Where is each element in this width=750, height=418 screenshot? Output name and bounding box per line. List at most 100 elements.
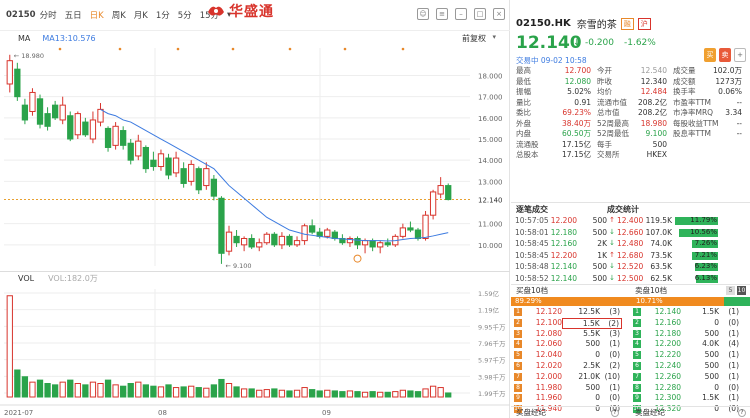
candle[interactable] [97, 103, 104, 127]
tab-monthly-k[interactable]: 月K [134, 9, 148, 21]
volume-bar[interactable] [6, 295, 13, 398]
depth-5-button[interactable]: 5 [726, 286, 735, 295]
event-marker[interactable] [231, 47, 235, 51]
ask-level[interactable]: 8 12.280 0 (0) [630, 383, 749, 394]
candle[interactable] [165, 153, 172, 180]
volume-bar[interactable] [127, 383, 134, 398]
candle[interactable] [210, 174, 218, 201]
candle[interactable] [377, 240, 384, 254]
bid-level[interactable]: 7 12.000 21.0K (10) [511, 372, 630, 383]
volume-bar[interactable] [29, 381, 36, 398]
help-icon[interactable]: ? [738, 409, 746, 417]
candle[interactable] [44, 107, 51, 131]
volume-bar[interactable] [157, 386, 165, 398]
bid-level[interactable]: 6 12.020 2.5K (2) [511, 361, 630, 372]
candle[interactable] [278, 232, 286, 250]
ma-label[interactable]: MA [18, 34, 30, 43]
tab-five-day[interactable]: 五日 [65, 9, 82, 21]
ask-level[interactable]: 1 12.140 1.5K (1) [630, 307, 749, 318]
tab-5min[interactable]: 5分 [178, 9, 192, 21]
volume-bar[interactable] [437, 387, 444, 398]
maximize-icon[interactable]: □ [474, 8, 486, 20]
volume-bar[interactable] [135, 381, 142, 398]
volume-bar[interactable] [316, 390, 323, 398]
tab-weekly-k[interactable]: 周K [112, 9, 126, 21]
candle[interactable] [127, 139, 134, 165]
volume-chart[interactable]: 1.59亿 1.19亿 9.95千万 7.96千万 5.97千万 3.98千万 1.99千万… [0, 285, 510, 418]
volume-bar[interactable] [377, 391, 384, 398]
volume-bar[interactable] [271, 388, 278, 398]
volume-bar[interactable] [51, 384, 59, 398]
volume-bar[interactable] [165, 384, 172, 398]
vol-label[interactable]: VOL [18, 274, 34, 283]
event-marker[interactable] [343, 47, 347, 51]
volume-bar[interactable] [293, 389, 301, 398]
candle[interactable] [195, 166, 202, 195]
candle[interactable] [414, 227, 422, 241]
volume-bar[interactable] [331, 390, 338, 398]
bid-level[interactable]: 2 12.100 1.5K (2) [511, 317, 630, 329]
candle[interactable] [142, 145, 149, 173]
volume-bar[interactable] [120, 385, 127, 398]
volume-bar[interactable] [150, 385, 157, 398]
candle[interactable] [248, 234, 255, 250]
bid-level[interactable]: 1 12.120 12.5K (3) [511, 307, 630, 318]
tab-1min[interactable]: 1分 [156, 9, 170, 21]
candle[interactable] [384, 238, 391, 247]
ask-level[interactable]: 4 12.200 4.0K (4) [630, 339, 749, 350]
help-icon[interactable]: ? [611, 409, 619, 417]
close-icon[interactable]: × [493, 8, 505, 20]
volume-bar[interactable] [361, 391, 369, 398]
candle[interactable] [36, 94, 44, 129]
volume-bar[interactable] [414, 391, 422, 398]
user-icon[interactable]: ☺ [417, 8, 429, 20]
volume-bar[interactable] [233, 386, 240, 398]
ask-level[interactable]: 2 12.160 0 (0) [630, 318, 749, 329]
candle[interactable] [354, 236, 361, 250]
event-marker[interactable] [58, 47, 62, 51]
menu-icon[interactable]: ≡ [436, 8, 448, 20]
candle[interactable] [67, 111, 74, 142]
volume-bar[interactable] [59, 381, 66, 398]
candle[interactable] [203, 162, 210, 190]
candle[interactable] [429, 189, 437, 220]
chevron-down-icon[interactable]: ▾ [492, 33, 496, 41]
event-badge-icon[interactable] [353, 254, 362, 263]
candle[interactable] [218, 196, 225, 264]
volume-bar[interactable] [203, 387, 210, 398]
volume-bar[interactable] [256, 389, 263, 398]
bid-level[interactable]: 4 12.060 500 (1) [511, 339, 630, 350]
volume-bar[interactable] [286, 390, 293, 398]
volume-bar[interactable] [346, 390, 354, 398]
volume-bar[interactable] [445, 392, 452, 398]
candle[interactable] [256, 238, 263, 252]
bid-level[interactable]: 3 12.080 5.5K (3) [511, 329, 630, 340]
volume-bar[interactable] [44, 383, 51, 398]
bid-level[interactable]: 8 11.980 500 (1) [511, 383, 630, 394]
bid-level[interactable]: 9 11.960 0 (0) [511, 393, 630, 404]
volume-bar[interactable] [399, 389, 407, 398]
ask-level[interactable]: 7 12.260 500 (1) [630, 372, 749, 383]
event-marker[interactable] [176, 47, 180, 51]
volume-bar[interactable] [172, 387, 180, 398]
candle[interactable] [346, 236, 354, 247]
ask-level[interactable]: 3 12.180 500 (1) [630, 329, 749, 340]
candle[interactable] [422, 210, 429, 241]
event-marker[interactable] [401, 47, 405, 51]
candle[interactable] [89, 111, 97, 144]
volume-bar[interactable] [67, 379, 74, 398]
tab-intraday[interactable]: 分时 [40, 9, 57, 21]
candle[interactable] [407, 221, 414, 233]
candle[interactable] [21, 98, 29, 125]
volume-bar[interactable] [82, 384, 89, 398]
candle[interactable] [51, 100, 59, 120]
volume-bar[interactable] [74, 383, 81, 398]
volume-bar[interactable] [210, 384, 218, 398]
volume-bar[interactable] [429, 385, 437, 398]
bid-level[interactable]: 5 12.040 0 (0) [511, 350, 630, 361]
volume-bar[interactable] [142, 384, 149, 398]
ask-level[interactable]: 9 12.300 1.5K (1) [630, 393, 749, 404]
adjust-dropdown[interactable]: 前复权 [462, 33, 486, 44]
candle[interactable] [29, 88, 36, 116]
candlestick-chart[interactable]: 18.000 17.000 16.000 15.000 14.000 13.000 12.1… [0, 46, 510, 271]
